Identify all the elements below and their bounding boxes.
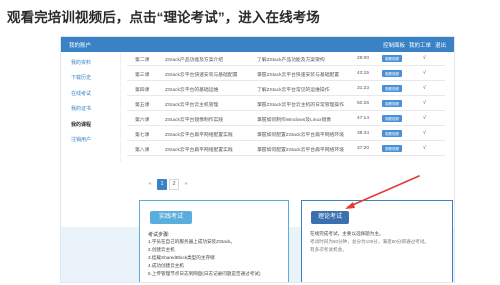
lesson-title: ZStack云平台的基础运维 [165,88,219,93]
lesson-number: 第六课 [135,118,150,123]
account-title: 我的账户 [69,43,92,49]
lesson-duration: 43:15 [357,71,370,76]
nav-control-panel[interactable]: 控制面板 [383,41,405,49]
practice-exam-button[interactable]: 实践考试 [150,211,192,224]
lesson-duration: 31:23 [357,86,370,91]
watch-video-label: 观看视频 [385,146,399,151]
lesson-description: 掌握如何配置ZStack云平台扁平网络环境 [257,148,344,153]
watch-video-label: 观看视频 [385,116,399,121]
lesson-duration: 28:00 [357,56,370,61]
lesson-number: 第八课 [135,148,150,153]
practice-step: 5.上传管理节点日志到网盘(日志记录问题是否通过考试) [148,271,261,276]
lesson-duration: 47:14 [357,116,370,121]
lesson-number: 第三课 [135,73,150,78]
practice-step: 4.成功创建云主机 [148,263,184,268]
theory-exam-info: 考试时间为60分钟，总分为100分，满足80分即通过考试。 [310,239,429,244]
completed-check-icon: √ [423,145,426,151]
watch-video-button[interactable]: 观看视频 [382,55,402,62]
page: 观看完培训视频后，点击“理论考试”，进入在线考场 我的账户 控制面板 我的工单 … [0,0,500,285]
practice-step: 1.学员在自己的服务器上成功安装ZStack。 [148,239,236,244]
top-nav-bar: 我的账户 控制面板 我的工单 退出 [61,37,454,52]
lesson-duration: 37:20 [357,146,370,151]
page-1-button[interactable]: 1 [157,179,167,190]
lesson-description: 掌握ZStack云平台快速安装与基础配置 [257,73,340,78]
watch-video-label: 观看视频 [385,131,399,136]
practice-step: 2.创建云主机 [148,247,175,252]
theory-exam-info: 有多次考试机会。 [310,247,347,252]
theory-exam-button[interactable]: 理论考试 [311,211,349,224]
table-row: 第八课 ZStack云平台扁平网络配置实践 掌握如何配置ZStack云平台扁平网… [127,142,445,156]
nav-my-tickets[interactable]: 我的工单 [409,41,431,49]
table-row: 第四课 ZStack云平台的基础运维 了解ZStack云平台常见的运维操作 31… [127,82,445,96]
sidebar-item-downloads[interactable]: 下载历史 [71,74,91,81]
prev-page-button[interactable]: « [145,179,155,190]
watch-video-button[interactable]: 观看视频 [382,100,402,107]
completed-check-icon: √ [423,130,426,136]
watch-video-label: 观看视频 [385,71,399,76]
lesson-title: ZStack云平台云主机管理 [165,103,219,108]
practice-exam-title: 考试步骤: [148,232,170,238]
sidebar-item-my-courses[interactable]: 我的课程 [71,121,91,128]
completed-check-icon: √ [423,85,426,91]
completed-check-icon: √ [423,70,426,76]
lesson-number: 第二课 [135,58,150,63]
lesson-duration: 50:26 [357,101,370,106]
lesson-description: 了解ZStack云平台常见的运维操作 [257,88,330,93]
lesson-duration: 38:34 [357,131,370,136]
lesson-number: 第五课 [135,103,150,108]
lesson-title: ZStack云平台扁平网络配置实践 [165,133,233,138]
table-row: 第三课 ZStack云平台快速安装与基础配置 掌握ZStack云平台快速安装与基… [127,67,445,81]
watch-video-button[interactable]: 观看视频 [382,85,402,92]
lesson-number: 第四课 [135,88,150,93]
sidebar-item-profile[interactable]: 我的资料 [71,59,91,66]
sidebar: 我的资料 下载历史 在线考试 我的证书 我的课程 注销用户 [61,52,121,162]
practice-exam-panel: 实践考试 考试步骤: 1.学员在自己的服务器上成功安装ZStack。 2.创建云… [139,200,289,282]
watch-video-label: 观看视频 [385,101,399,106]
page-2-button[interactable]: 2 [169,179,179,190]
lesson-title: ZStack产品功能及方案介绍 [165,58,224,63]
next-page-button[interactable]: » [181,179,191,190]
lesson-description: 掌握如何配置ZStack云平台扁平网络环境 [257,133,344,138]
watch-video-button[interactable]: 观看视频 [382,115,402,122]
practice-step: 3.挂载SharedBlock类型的主存储 [148,255,215,260]
completed-check-icon: √ [423,100,426,106]
theory-exam-info: 在线完成考试，主要以选择题为主。 [310,231,384,236]
watch-video-label: 观看视频 [385,56,399,61]
sidebar-item-deregister[interactable]: 注销用户 [71,136,91,143]
completed-check-icon: √ [423,55,426,61]
table-row: 第二课 ZStack产品功能及方案介绍 了解ZStack产品功能及方案架构 28… [127,52,445,66]
table-row: 第六课 ZStack云平台镜像制作实践 掌握如何制作Windows及Linux镜… [127,112,445,126]
lesson-title: ZStack云平台镜像制作实践 [165,118,224,123]
sidebar-item-certificates[interactable]: 我的证书 [71,105,91,112]
watch-video-button[interactable]: 观看视频 [382,145,402,152]
table-row: 第五课 ZStack云平台云主机管理 掌握ZStack云平台云主机的日常管理操作… [127,97,445,111]
watch-video-button[interactable]: 观看视频 [382,130,402,137]
nav-logout[interactable]: 退出 [435,41,446,49]
lesson-description: 了解ZStack产品功能及方案架构 [257,58,325,63]
watch-video-label: 观看视频 [385,86,399,91]
lesson-title: ZStack云平台快速安装与基础配置 [165,73,238,78]
theory-exam-panel: 理论考试 在线完成考试，主要以选择题为主。 考试时间为60分钟，总分为100分，… [301,200,453,282]
tutorial-caption: 观看完培训视频后，点击“理论考试”，进入在线考场 [7,10,320,25]
lesson-description: 掌握ZStack云平台云主机的日常管理操作 [257,103,344,108]
portal-screenshot: 我的账户 控制面板 我的工单 退出 我的资料 下载历史 在线考试 我的证书 我的… [60,36,455,283]
watch-video-button[interactable]: 观看视频 [382,70,402,77]
lesson-number: 第七课 [135,133,150,138]
completed-check-icon: √ [423,115,426,121]
table-row: 第七课 ZStack云平台扁平网络配置实践 掌握如何配置ZStack云平台扁平网… [127,127,445,141]
lesson-title: ZStack云平台扁平网络配置实践 [165,148,233,153]
sidebar-item-online-exam[interactable]: 在线考试 [71,90,91,97]
lesson-description: 掌握如何制作Windows及Linux镜像 [257,118,332,123]
